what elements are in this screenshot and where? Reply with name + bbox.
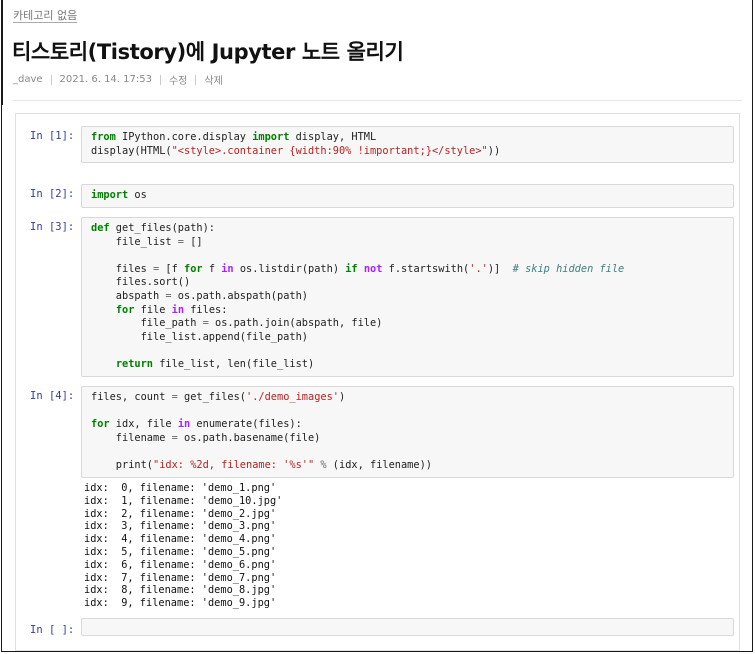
notebook-container: In [1]: from IPython.core.display import…: [15, 113, 740, 651]
code-block: files, count = get_files('./demo_images'…: [91, 391, 724, 473]
code-token: file_list.append(file_path): [91, 330, 308, 343]
post-title: 티스토리(Tistory)에 Jupyter 노트 올리기: [12, 40, 404, 64]
meta-divider: [159, 74, 161, 85]
code-token: display, HTML: [289, 131, 377, 143]
code-token: [f: [159, 262, 185, 275]
edit-link[interactable]: 수정: [169, 72, 187, 87]
code-token: get_files(: [177, 391, 246, 403]
code-token: (idx, filename)): [326, 458, 432, 471]
code-token: get_files(path):: [109, 222, 215, 234]
code-block: from IPython.core.display import display…: [91, 131, 724, 158]
code-token: not: [363, 262, 383, 275]
code-token: os.path.join(abspath, file): [208, 317, 383, 330]
meta-divider: [50, 74, 52, 85]
code-block: import os: [91, 189, 724, 203]
output-line: idx: 1, filename: 'demo_10.jpg': [84, 494, 283, 507]
code-token: files, count: [91, 391, 172, 403]
code-input[interactable]: import os: [81, 184, 734, 208]
code-token: files:: [184, 303, 228, 316]
code-token: f.startswith(: [382, 262, 470, 275]
code-token: '.': [469, 262, 488, 275]
delete-link[interactable]: 삭제: [204, 72, 222, 87]
author-name[interactable]: _dave: [13, 74, 43, 85]
output-line: idx: 4, filename: 'demo_4.png': [84, 533, 277, 546]
post-date: 2021. 6. 14. 17:53: [59, 74, 152, 85]
code-token: os.listdir(path): [233, 262, 346, 275]
code-token: "idx: %2d, filename: '%s'": [153, 458, 315, 471]
output-line: idx: 8, filename: 'demo_8.jpg': [84, 584, 277, 597]
code-token: os.path.abspath(path): [171, 289, 308, 302]
code-token: file_list, len(file_list): [153, 357, 315, 370]
code-token: idx, file: [109, 418, 178, 431]
code-token: file_list: [91, 235, 178, 248]
code-block: def get_files(path): file_list = [] file…: [91, 222, 724, 372]
code-token: display(HTML(: [91, 144, 172, 157]
code-token: file_path: [91, 317, 203, 330]
code-token: abspath: [91, 289, 166, 302]
code-token: in: [177, 418, 191, 431]
code-token: for: [115, 303, 135, 316]
code-token: if: [345, 262, 358, 275]
code-input[interactable]: def get_files(path): file_list = [] file…: [81, 217, 734, 377]
output-line: idx: 9, filename: 'demo_9.jpg': [84, 597, 277, 610]
code-token: in: [171, 303, 185, 316]
code-token: IPython.core.display: [115, 131, 253, 143]
code-token: files: [91, 262, 153, 275]
post-meta: _dave 2021. 6. 14. 17:53 수정 삭제: [13, 72, 223, 87]
code-input[interactable]: files, count = get_files('./demo_images'…: [81, 386, 734, 478]
category-link[interactable]: 카테고리 없음: [13, 7, 77, 23]
empty-code-input[interactable]: [81, 618, 734, 636]
cell-output: idx: 0, filename: 'demo_1.png' idx: 1, f…: [84, 482, 282, 610]
output-line: idx: 5, filename: 'demo_5.png': [84, 545, 277, 558]
code-token: def: [91, 222, 110, 234]
code-token: print(: [91, 458, 153, 471]
output-line: idx: 6, filename: 'demo_6.png': [84, 558, 277, 571]
code-token: )): [487, 144, 501, 157]
left-border-mark: [1, 0, 3, 105]
code-token: for: [184, 262, 203, 275]
code-token: f: [202, 262, 222, 275]
output-line: idx: 0, filename: 'demo_1.png': [84, 482, 277, 494]
output-line: idx: 2, filename: 'demo_2.jpg': [84, 507, 277, 520]
code-token: os: [128, 189, 147, 201]
output-line: idx: 7, filename: 'demo_7.png': [84, 571, 277, 584]
code-token: ): [339, 391, 346, 403]
code-input[interactable]: from IPython.core.display import display…: [81, 126, 734, 164]
code-token: for: [91, 418, 110, 431]
code-token: )]: [487, 262, 513, 275]
code-token: import: [91, 189, 129, 201]
code-token: file: [134, 303, 172, 316]
code-token: from: [91, 131, 116, 143]
code-token: filename: [91, 431, 172, 444]
code-token: []: [184, 235, 203, 248]
code-token: # skip hidden file: [512, 262, 625, 275]
code-token: './demo_images': [246, 391, 339, 403]
code-token: files.sort(): [91, 276, 191, 289]
code-token: "<style>.container {width:90% !important…: [171, 144, 488, 157]
output-line: idx: 3, filename: 'demo_3.png': [84, 520, 277, 533]
code-token: enumerate(files):: [190, 418, 302, 431]
header-divider: [13, 100, 742, 101]
code-token: in: [221, 262, 234, 275]
code-token: return: [115, 357, 154, 370]
code-token: import: [252, 131, 290, 143]
code-token: os.path.basename(file): [177, 431, 321, 444]
meta-divider: [195, 74, 197, 85]
